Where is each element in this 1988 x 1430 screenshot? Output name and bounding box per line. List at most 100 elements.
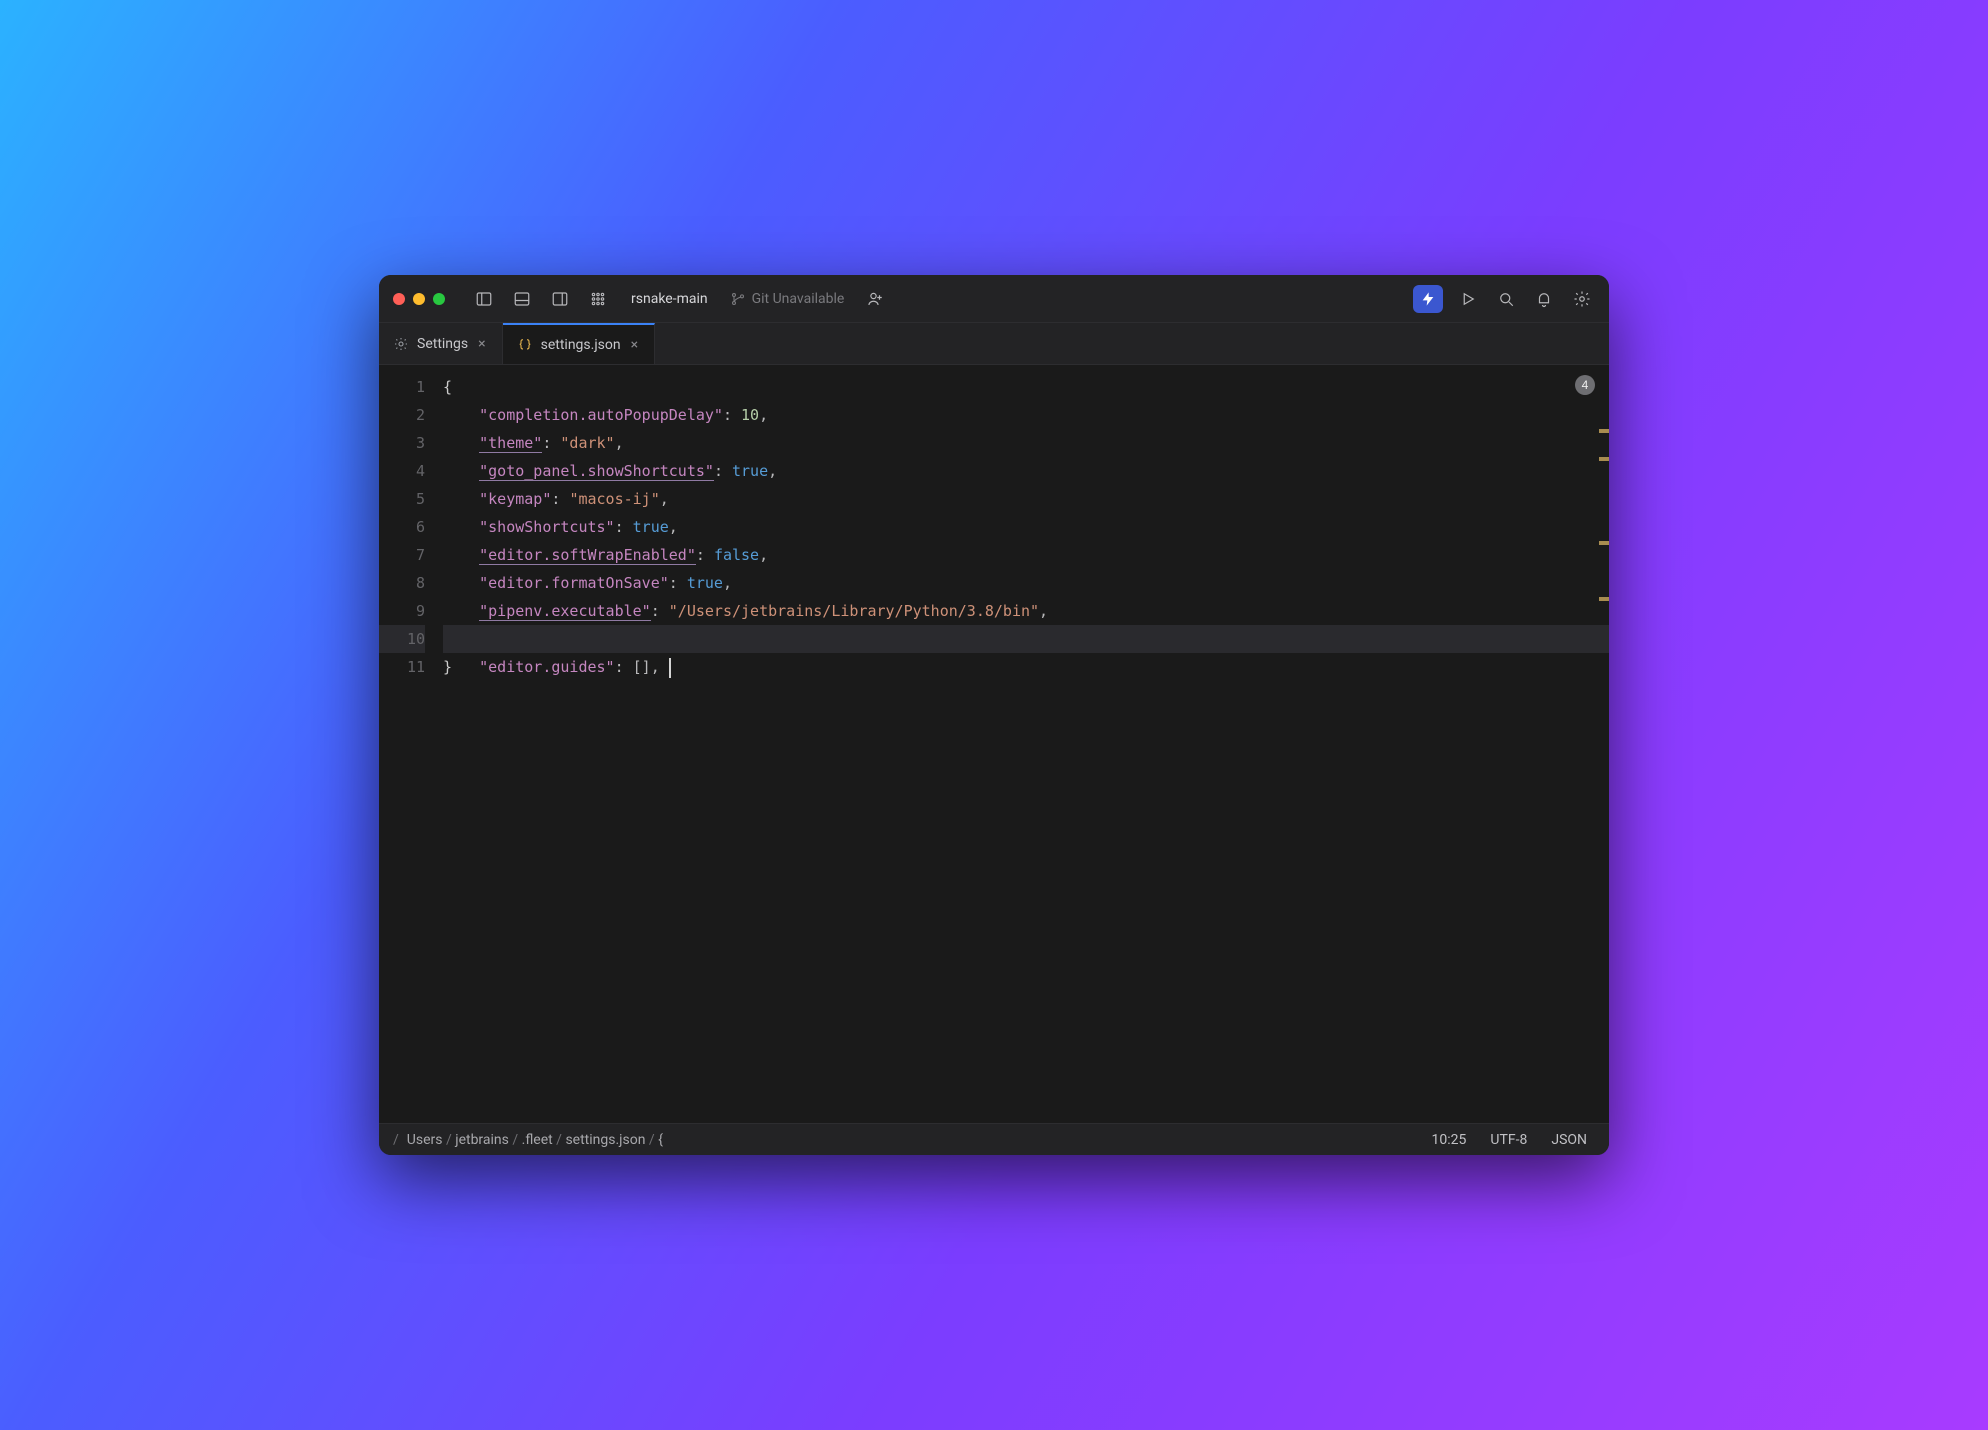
line-number: 2 <box>379 401 425 429</box>
traffic-lights <box>393 293 445 305</box>
code-line[interactable]: "editor.formatOnSave": true, <box>443 569 1609 597</box>
token-punc: : <box>551 490 569 508</box>
minimap-mark[interactable] <box>1599 429 1609 433</box>
code-line[interactable]: "completion.autoPopupDelay": 10, <box>443 401 1609 429</box>
ai-icon <box>1420 291 1436 307</box>
right-panel-icon[interactable] <box>547 286 573 312</box>
token-punc: : <box>615 518 633 536</box>
close-icon[interactable]: × <box>476 334 487 354</box>
zoom-window-button[interactable] <box>433 293 445 305</box>
tab-label: settings.json <box>541 337 621 353</box>
code-line[interactable]: "theme": "dark", <box>443 429 1609 457</box>
project-name[interactable]: rsnake-main <box>631 291 708 307</box>
breadcrumb-sep: / <box>553 1132 566 1148</box>
token-num: 10 <box>741 406 759 424</box>
gutter: 1234567891011 <box>379 365 443 1123</box>
breadcrumb-sep: / <box>645 1132 658 1148</box>
cursor-position[interactable]: 10:25 <box>1424 1132 1475 1148</box>
token-punc: : <box>714 462 732 480</box>
token-punc: [] <box>633 658 651 676</box>
close-window-button[interactable] <box>393 293 405 305</box>
token-punc: , <box>669 518 678 536</box>
run-icon[interactable] <box>1455 286 1481 312</box>
breadcrumb-sep: / <box>509 1132 522 1148</box>
ai-button[interactable] <box>1413 285 1443 313</box>
token-key: "pipenv.executable" <box>479 602 651 621</box>
git-status[interactable]: Git Unavailable <box>730 291 845 307</box>
code-line[interactable]: "pipenv.executable": "/Users/jetbrains/L… <box>443 597 1609 625</box>
token-bool: true <box>687 574 723 592</box>
minimap-mark[interactable] <box>1599 541 1609 545</box>
token-key: "editor.guides" <box>479 658 614 676</box>
line-number: 6 <box>379 513 425 541</box>
token-punc: , <box>615 434 624 452</box>
token-key: "keymap" <box>479 490 551 508</box>
tab-bar: Settings × settings.json × <box>379 323 1609 365</box>
code-line[interactable]: "goto_panel.showShortcuts": true, <box>443 457 1609 485</box>
encoding[interactable]: UTF-8 <box>1482 1132 1535 1148</box>
minimize-window-button[interactable] <box>413 293 425 305</box>
code-line[interactable]: "showShortcuts": true, <box>443 513 1609 541</box>
token-punc: : <box>615 658 633 676</box>
line-number: 5 <box>379 485 425 513</box>
code-line[interactable]: "editor.softWrapEnabled": false, <box>443 541 1609 569</box>
token-punc: , <box>759 406 768 424</box>
add-user-icon[interactable] <box>862 286 888 312</box>
token-bool: true <box>633 518 669 536</box>
line-number: 10 <box>379 625 425 653</box>
bottom-panel-icon[interactable] <box>509 286 535 312</box>
minimap[interactable] <box>1597 373 1609 1123</box>
breadcrumb-item[interactable]: jetbrains <box>455 1132 509 1148</box>
token-key: "showShortcuts" <box>479 518 614 536</box>
tab-settings-json[interactable]: settings.json × <box>503 323 656 364</box>
text-cursor <box>664 658 676 678</box>
token-brace: { <box>443 378 452 396</box>
close-icon[interactable]: × <box>629 335 640 355</box>
search-icon[interactable] <box>1493 286 1519 312</box>
token-punc: , <box>759 546 768 564</box>
line-number: 4 <box>379 457 425 485</box>
breadcrumb[interactable]: Users / jetbrains / .fleet / settings.js… <box>407 1132 663 1148</box>
left-panel-icon[interactable] <box>471 286 497 312</box>
token-punc: : <box>669 574 687 592</box>
token-brace: } <box>443 658 452 676</box>
gear-icon[interactable] <box>1569 286 1595 312</box>
editor[interactable]: 1234567891011 { "completion.autoPopupDel… <box>379 365 1609 1123</box>
breadcrumb-item[interactable]: Users <box>407 1132 443 1148</box>
status-bar: / Users / jetbrains / .fleet / settings.… <box>379 1123 1609 1155</box>
minimap-mark[interactable] <box>1599 457 1609 461</box>
breadcrumb-sep: / <box>393 1132 399 1148</box>
line-number: 3 <box>379 429 425 457</box>
problems-badge[interactable]: 4 <box>1575 375 1595 395</box>
bell-icon[interactable] <box>1531 286 1557 312</box>
apps-icon[interactable] <box>585 286 611 312</box>
tab-label: Settings <box>417 336 468 352</box>
token-punc: , <box>1039 602 1048 620</box>
token-punc: , <box>768 462 777 480</box>
code-area[interactable]: { "completion.autoPopupDelay": 10, "them… <box>443 365 1609 1123</box>
code-line[interactable]: { <box>443 373 1609 401</box>
code-line[interactable]: "editor.guides": [], <box>443 625 1609 653</box>
token-punc: : <box>542 434 560 452</box>
token-key: "editor.formatOnSave" <box>479 574 669 592</box>
token-punc: , <box>651 658 660 676</box>
token-key: "theme" <box>479 434 542 453</box>
line-number: 1 <box>379 373 425 401</box>
token-key: "completion.autoPopupDelay" <box>479 406 723 424</box>
breadcrumb-item[interactable]: .fleet <box>522 1132 553 1148</box>
token-str: "macos-ij" <box>569 490 659 508</box>
tab-settings[interactable]: Settings × <box>379 323 503 364</box>
line-number: 11 <box>379 653 425 681</box>
line-number: 9 <box>379 597 425 625</box>
breadcrumb-sep: / <box>442 1132 455 1148</box>
breadcrumb-item[interactable]: settings.json <box>565 1132 645 1148</box>
minimap-mark[interactable] <box>1599 597 1609 601</box>
active-line-highlight <box>443 625 1609 653</box>
token-punc: : <box>651 602 669 620</box>
title-bar: rsnake-main Git Unavailable <box>379 275 1609 323</box>
code-line[interactable]: "keymap": "macos-ij", <box>443 485 1609 513</box>
gear-icon <box>393 336 409 352</box>
language-mode[interactable]: JSON <box>1543 1132 1595 1148</box>
token-punc: , <box>723 574 732 592</box>
breadcrumb-item[interactable]: { <box>658 1132 663 1148</box>
